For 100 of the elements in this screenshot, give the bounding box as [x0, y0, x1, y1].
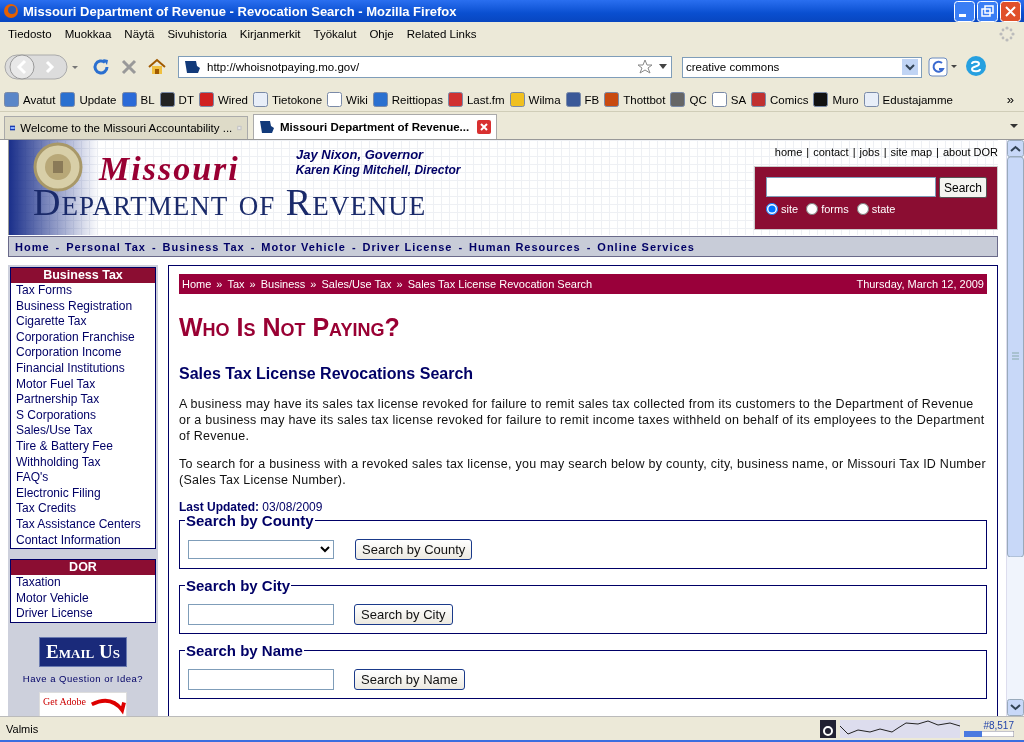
sidebar-link[interactable]: Business Registration [11, 298, 155, 315]
text-field[interactable] [188, 669, 334, 690]
menu-item[interactable]: Työkalut [313, 28, 357, 40]
sidebar-link[interactable]: Cigarette Tax [11, 314, 155, 330]
sidebar-link[interactable]: Tire & Battery Fee [11, 438, 155, 455]
sidebar-link[interactable]: Tax Forms [11, 283, 155, 299]
tab-list-icon[interactable] [1008, 121, 1020, 130]
close-icon[interactable] [1000, 0, 1021, 22]
minimize-icon[interactable] [954, 0, 975, 22]
bookmark-item[interactable]: FB [565, 92, 600, 107]
reader-badge[interactable]: Get Adobe [39, 691, 127, 716]
nav-link[interactable]: Human Resources [469, 240, 581, 253]
sidebar-link[interactable]: Partnership Tax [11, 392, 155, 408]
site-icon [711, 92, 727, 107]
menu-item[interactable]: Näytä [124, 28, 155, 40]
nav-link[interactable]: Business Tax [162, 240, 245, 253]
sidebar-link[interactable]: Sales/Use Tax [11, 423, 155, 439]
sidebar-link[interactable]: Withholding Tax [11, 454, 155, 471]
close-icon[interactable] [477, 120, 491, 134]
header-link[interactable]: jobs [859, 146, 880, 166]
overflow-chevron[interactable]: » [1006, 92, 1020, 107]
scope-radio[interactable] [806, 203, 819, 215]
scope-radio[interactable] [766, 203, 778, 215]
scroll-up-icon[interactable] [1007, 140, 1024, 157]
header-link[interactable]: site map [890, 146, 933, 166]
sidebar-link[interactable]: S Corporations [11, 407, 155, 424]
star-icon[interactable] [637, 59, 653, 75]
bookmark-item[interactable]: Update [60, 92, 117, 107]
bookmark-item[interactable]: Reittiopas [372, 92, 443, 107]
nav-link[interactable]: Motor Vehicle [261, 240, 346, 253]
bookmark-item[interactable]: Avatut [4, 92, 56, 107]
director-name: Karen King Mitchell, Director [295, 162, 461, 177]
phone-app-icon[interactable] [964, 55, 988, 79]
menu-item[interactable]: Kirjanmerkit [239, 28, 301, 40]
bookmark-item[interactable]: Tietokone [252, 92, 323, 107]
sidebar-link[interactable]: FAQ's [11, 470, 155, 486]
bookmark-item[interactable]: DT [159, 92, 194, 107]
bookmark-item[interactable]: Comics [751, 92, 809, 107]
tab[interactable]: Missouri Department of Revenue... [253, 114, 497, 139]
bookmark-item[interactable]: Wired [198, 92, 248, 107]
sidebar-link[interactable]: Contact Information [11, 532, 155, 549]
link-separator: | [883, 146, 887, 160]
header-link[interactable]: about DOR [942, 146, 998, 166]
scope-radio[interactable] [856, 203, 869, 215]
site-icon [121, 92, 137, 107]
sidebar-link[interactable]: Taxation [11, 575, 155, 591]
bookmark-item[interactable]: BL [121, 92, 155, 107]
sidebar-link[interactable]: Driver License [11, 606, 155, 622]
nav-link[interactable]: Personal Tax [66, 240, 146, 253]
search-field[interactable]: creative commons [682, 56, 922, 78]
email-button[interactable]: Email Us [39, 636, 127, 667]
header-link[interactable]: contact [813, 146, 849, 166]
breadcrumb-link[interactable]: Sales/Use Tax [321, 278, 392, 290]
header-link[interactable]: home [774, 146, 803, 166]
search-button[interactable]: Search by Name [354, 669, 465, 690]
nav-link[interactable]: Online Services [597, 240, 695, 253]
bookmark-item[interactable]: Wiki [327, 92, 368, 107]
search-button[interactable]: Search by County [355, 539, 473, 560]
bookmark-item[interactable]: SA [711, 92, 747, 107]
menu-item[interactable]: Tiedosto [8, 28, 52, 40]
breadcrumb-link[interactable]: Business [260, 278, 306, 290]
bookmark-item[interactable]: Edustajamme [863, 92, 953, 107]
tab[interactable]: Welcome to the Missouri Accountability ... [4, 116, 248, 139]
sidebar-link[interactable]: Electronic Filing [11, 485, 155, 502]
county-dropdown[interactable] [188, 540, 334, 559]
link-separator: | [852, 146, 856, 160]
nav-separator: - [351, 240, 357, 253]
sidebar-link[interactable]: Tax Assistance Centers [11, 516, 155, 533]
text-field[interactable] [188, 604, 334, 625]
sidebar-link[interactable]: Corporation Income [11, 345, 155, 361]
nav-link[interactable]: Driver License [362, 240, 453, 253]
sidebar-link[interactable]: Financial Institutions [11, 360, 155, 377]
sidebar-link[interactable]: Motor Vehicle [11, 590, 155, 607]
bookmark-item[interactable]: QC [670, 92, 707, 107]
menu-item[interactable]: Sivuhistoria [167, 28, 227, 40]
bookmark-item[interactable]: Thottbot [604, 92, 666, 107]
address-field[interactable]: http://whoisnotpaying.mo.gov/ [178, 56, 672, 78]
section-heading: Sales Tax License Revocations Search [179, 364, 475, 384]
state-map-icon [183, 59, 201, 75]
nav-link[interactable]: Home [15, 240, 50, 253]
bookmark-item[interactable]: Muro [813, 92, 859, 107]
sidebar-link[interactable]: Tax Credits [11, 501, 155, 517]
breadcrumb-link[interactable]: Tax [227, 278, 245, 290]
menu-item[interactable]: Ohje [369, 28, 394, 40]
email-caption[interactable]: Have a Question or Idea? [22, 672, 144, 684]
scroll-down-icon[interactable] [1007, 699, 1024, 716]
bookmark-item[interactable]: Last.fm [447, 92, 505, 107]
bookmark-item[interactable]: Wilma [509, 92, 561, 107]
menu-item[interactable]: Muokkaa [64, 28, 112, 40]
site-search-field[interactable] [766, 177, 936, 197]
restore-icon[interactable] [977, 0, 998, 22]
search-engine-icon[interactable] [928, 57, 958, 77]
breadcrumb-link[interactable]: Home [182, 278, 212, 290]
search-button[interactable]: Search by City [354, 604, 453, 625]
search-button[interactable]: Search [939, 177, 988, 198]
sidebar-link[interactable]: Motor Fuel Tax [11, 376, 155, 393]
sidebar-link[interactable]: Corporation Franchise [11, 329, 155, 346]
breadcrumb-link[interactable]: Sales Tax License Revocation Search [407, 278, 593, 290]
menu-item[interactable]: Related Links [406, 28, 477, 40]
dropdown-arrow-icon[interactable] [659, 64, 667, 70]
